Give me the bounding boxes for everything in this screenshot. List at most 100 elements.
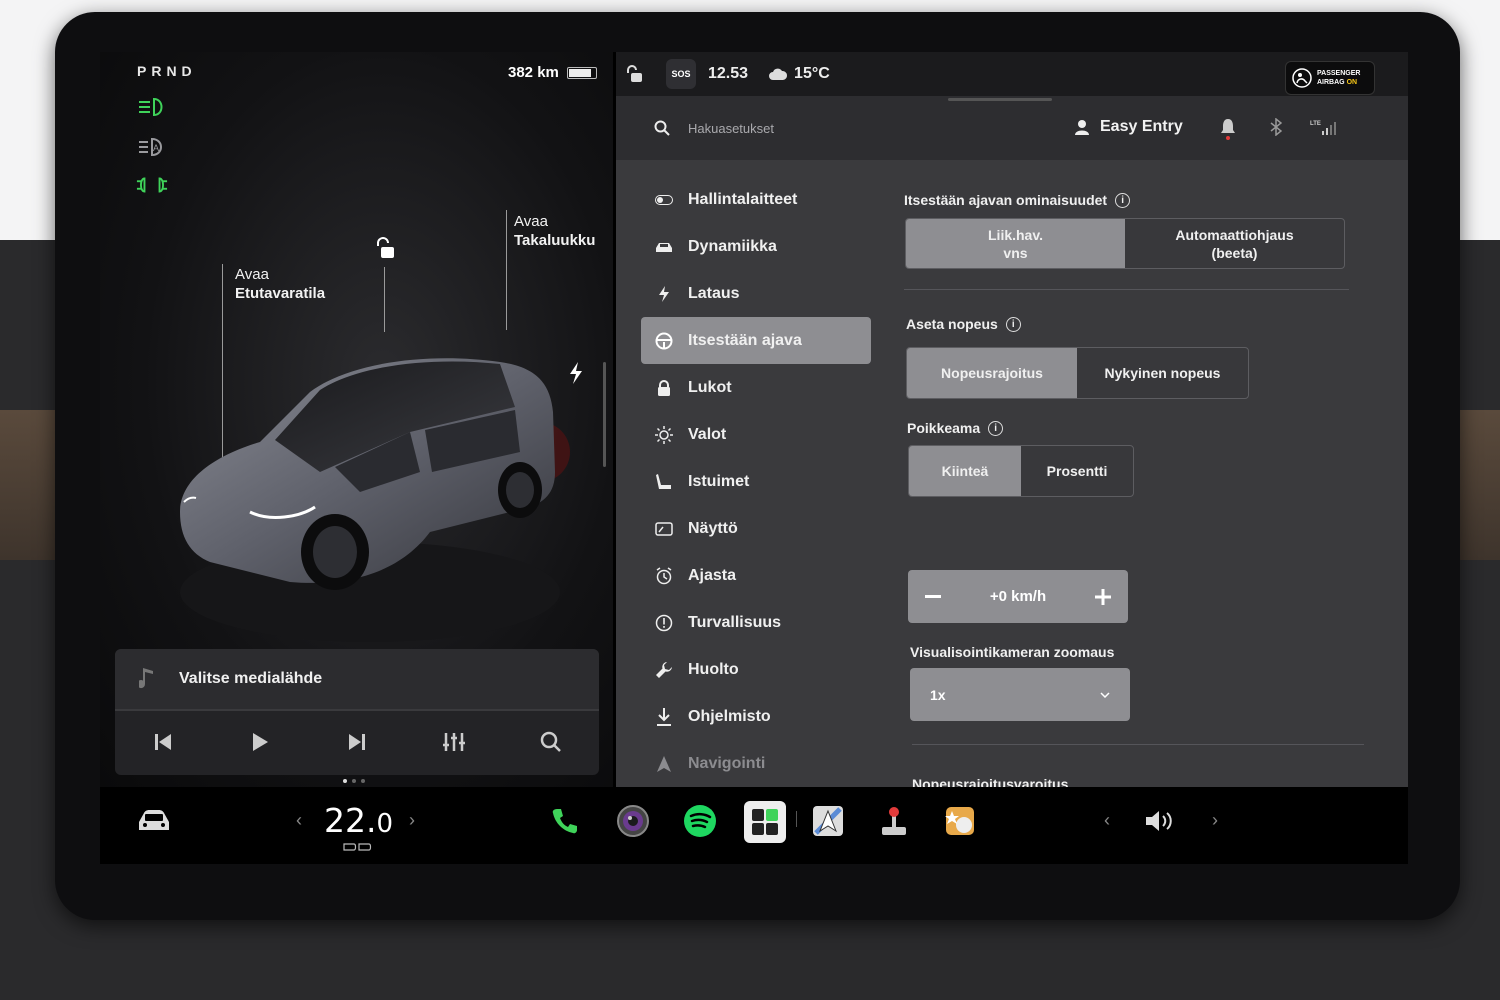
defrost-icon <box>343 843 372 851</box>
touchscreen: PRND 382 km A Avaa Etutavaratila Avaa Ta… <box>100 52 1408 864</box>
parking-lights-icon[interactable] <box>136 174 168 196</box>
user-icon <box>1075 120 1089 135</box>
steering-wheel-icon <box>655 332 673 350</box>
alert-circle-icon <box>655 614 673 632</box>
auto-headlight-icon[interactable]: A <box>136 136 168 158</box>
offset-option-fixed[interactable]: Kiinteä <box>909 446 1021 496</box>
media-controls <box>115 711 599 773</box>
decrease-button[interactable] <box>920 584 946 610</box>
offset-mode-selector: Kiinteä Prosentti <box>908 445 1134 497</box>
profile-name: Easy Entry <box>1100 118 1183 135</box>
svg-text:LTE: LTE <box>1310 121 1321 127</box>
unlock-icon[interactable] <box>372 236 396 260</box>
nav-item-5[interactable]: Valot <box>641 411 871 458</box>
nav-item-label: Huolto <box>688 660 739 678</box>
bluetooth-icon[interactable] <box>1270 118 1282 136</box>
page-dot[interactable] <box>361 779 365 783</box>
vehicle-panel-scrollbar[interactable] <box>603 362 606 467</box>
clock: 12.53 <box>708 65 749 82</box>
navigation-app-icon[interactable] <box>808 801 848 841</box>
nav-item-label: Lukot <box>688 378 732 396</box>
airbag-label-2: AIRBAG <box>1317 79 1345 86</box>
divider <box>904 289 1349 290</box>
phone-icon[interactable] <box>545 801 585 841</box>
nav-item-1[interactable]: Dynamiikka <box>641 223 871 270</box>
next-icon[interactable] <box>335 722 379 762</box>
bottom-dock: ‹ 22.0 › ‹ › <box>100 787 1408 864</box>
car-icon[interactable] <box>134 801 174 841</box>
apps-launcher-icon[interactable] <box>744 801 786 843</box>
offset-value: +0 km/h <box>989 588 1047 605</box>
sos-button[interactable]: SOS <box>666 59 696 89</box>
range-indicator: 382 km <box>508 64 597 81</box>
nav-item-10[interactable]: Huolto <box>641 646 871 693</box>
media-page-dots[interactable] <box>343 779 365 783</box>
play-icon[interactable] <box>238 722 282 762</box>
set-speed-title: Aseta nopeus i <box>906 316 1021 332</box>
page-dot[interactable] <box>343 779 347 783</box>
airbag-state: ON <box>1346 79 1358 86</box>
panel-grabber[interactable] <box>948 98 1052 101</box>
nav-item-9[interactable]: Turvallisuus <box>641 599 871 646</box>
page-dot[interactable] <box>352 779 356 783</box>
autopilot-option-autosteer[interactable]: Automaattiohjaus (beeta) <box>1125 219 1344 268</box>
equalizer-icon[interactable] <box>432 722 476 762</box>
camera-zoom-dropdown[interactable]: 1x <box>910 668 1130 721</box>
joystick-icon[interactable] <box>874 801 914 841</box>
phone-key-icon[interactable] <box>624 64 644 84</box>
increase-button[interactable] <box>1090 584 1116 610</box>
airbag-icon <box>1292 68 1312 88</box>
headlight-on-icon[interactable] <box>136 96 168 118</box>
lock-icon <box>655 379 673 397</box>
search-input[interactable]: Hakuasetukset <box>688 121 774 136</box>
temp-down-chevron-icon[interactable]: ‹ <box>296 810 302 831</box>
airbag-label-1: PASSENGER <box>1317 70 1361 77</box>
temp-up-chevron-icon[interactable]: › <box>409 810 415 831</box>
previous-icon[interactable] <box>141 722 185 762</box>
open-trunk-button[interactable]: Avaa Takaluukku <box>514 212 595 250</box>
svg-text:A: A <box>153 143 159 153</box>
nav-item-7[interactable]: Näyttö <box>641 505 871 552</box>
nav-item-2[interactable]: Lataus <box>641 270 871 317</box>
nav-item-label: Lataus <box>688 284 740 302</box>
autopilot-option-tacc[interactable]: Liik.hav. vns <box>906 219 1125 268</box>
media-source-label: Valitse medialähde <box>179 670 323 687</box>
bolt-icon <box>655 285 673 303</box>
volume-up-chevron-icon[interactable]: › <box>1212 810 1218 831</box>
driver-profile-button[interactable]: Easy Entry <box>1074 118 1183 136</box>
offset-option-percent[interactable]: Prosentti <box>1021 446 1133 496</box>
nav-item-0[interactable]: Hallintalaitteet <box>641 176 871 223</box>
nav-item-12[interactable]: Navigointi <box>641 740 871 787</box>
search-icon[interactable] <box>529 722 573 762</box>
info-icon[interactable]: i <box>988 420 1004 436</box>
nav-item-4[interactable]: Lukot <box>641 364 871 411</box>
info-icon[interactable]: i <box>1005 316 1021 332</box>
dock-divider <box>796 811 797 827</box>
cabin-temperature[interactable]: 22.0 <box>324 801 393 840</box>
notification-bell-icon[interactable] <box>1220 118 1236 140</box>
volume-icon[interactable] <box>1141 801 1181 841</box>
camera-icon[interactable] <box>613 801 653 841</box>
media-source-selector[interactable]: Valitse medialähde <box>115 649 599 711</box>
toybox-icon[interactable] <box>940 801 980 841</box>
nav-item-label: Turvallisuus <box>688 613 782 631</box>
nav-item-6[interactable]: Istuimet <box>641 458 871 505</box>
speed-option-current[interactable]: Nykyinen nopeus <box>1077 348 1248 398</box>
nav-item-11[interactable]: Ohjelmisto <box>641 693 871 740</box>
search-icon[interactable] <box>654 120 670 136</box>
gear-indicator: PRND <box>137 63 197 79</box>
open-frunk-button[interactable]: Avaa Etutavaratila <box>235 265 325 303</box>
nav-item-label: Itsestään ajava <box>688 331 802 349</box>
spotify-icon[interactable] <box>680 801 720 841</box>
nav-item-label: Hallintalaitteet <box>688 190 798 208</box>
offset-title: Poikkeama i <box>907 420 1004 436</box>
seat-icon <box>655 473 673 491</box>
info-icon[interactable]: i <box>1115 192 1131 208</box>
volume-down-chevron-icon[interactable]: ‹ <box>1104 810 1110 831</box>
zoom-value: 1x <box>930 686 946 703</box>
cloud-icon <box>769 68 788 80</box>
nav-item-8[interactable]: Ajasta <box>641 552 871 599</box>
outside-temperature: 15°C <box>794 65 830 82</box>
nav-item-3[interactable]: Itsestään ajava <box>641 317 871 364</box>
speed-option-limit[interactable]: Nopeusrajoitus <box>907 348 1077 398</box>
